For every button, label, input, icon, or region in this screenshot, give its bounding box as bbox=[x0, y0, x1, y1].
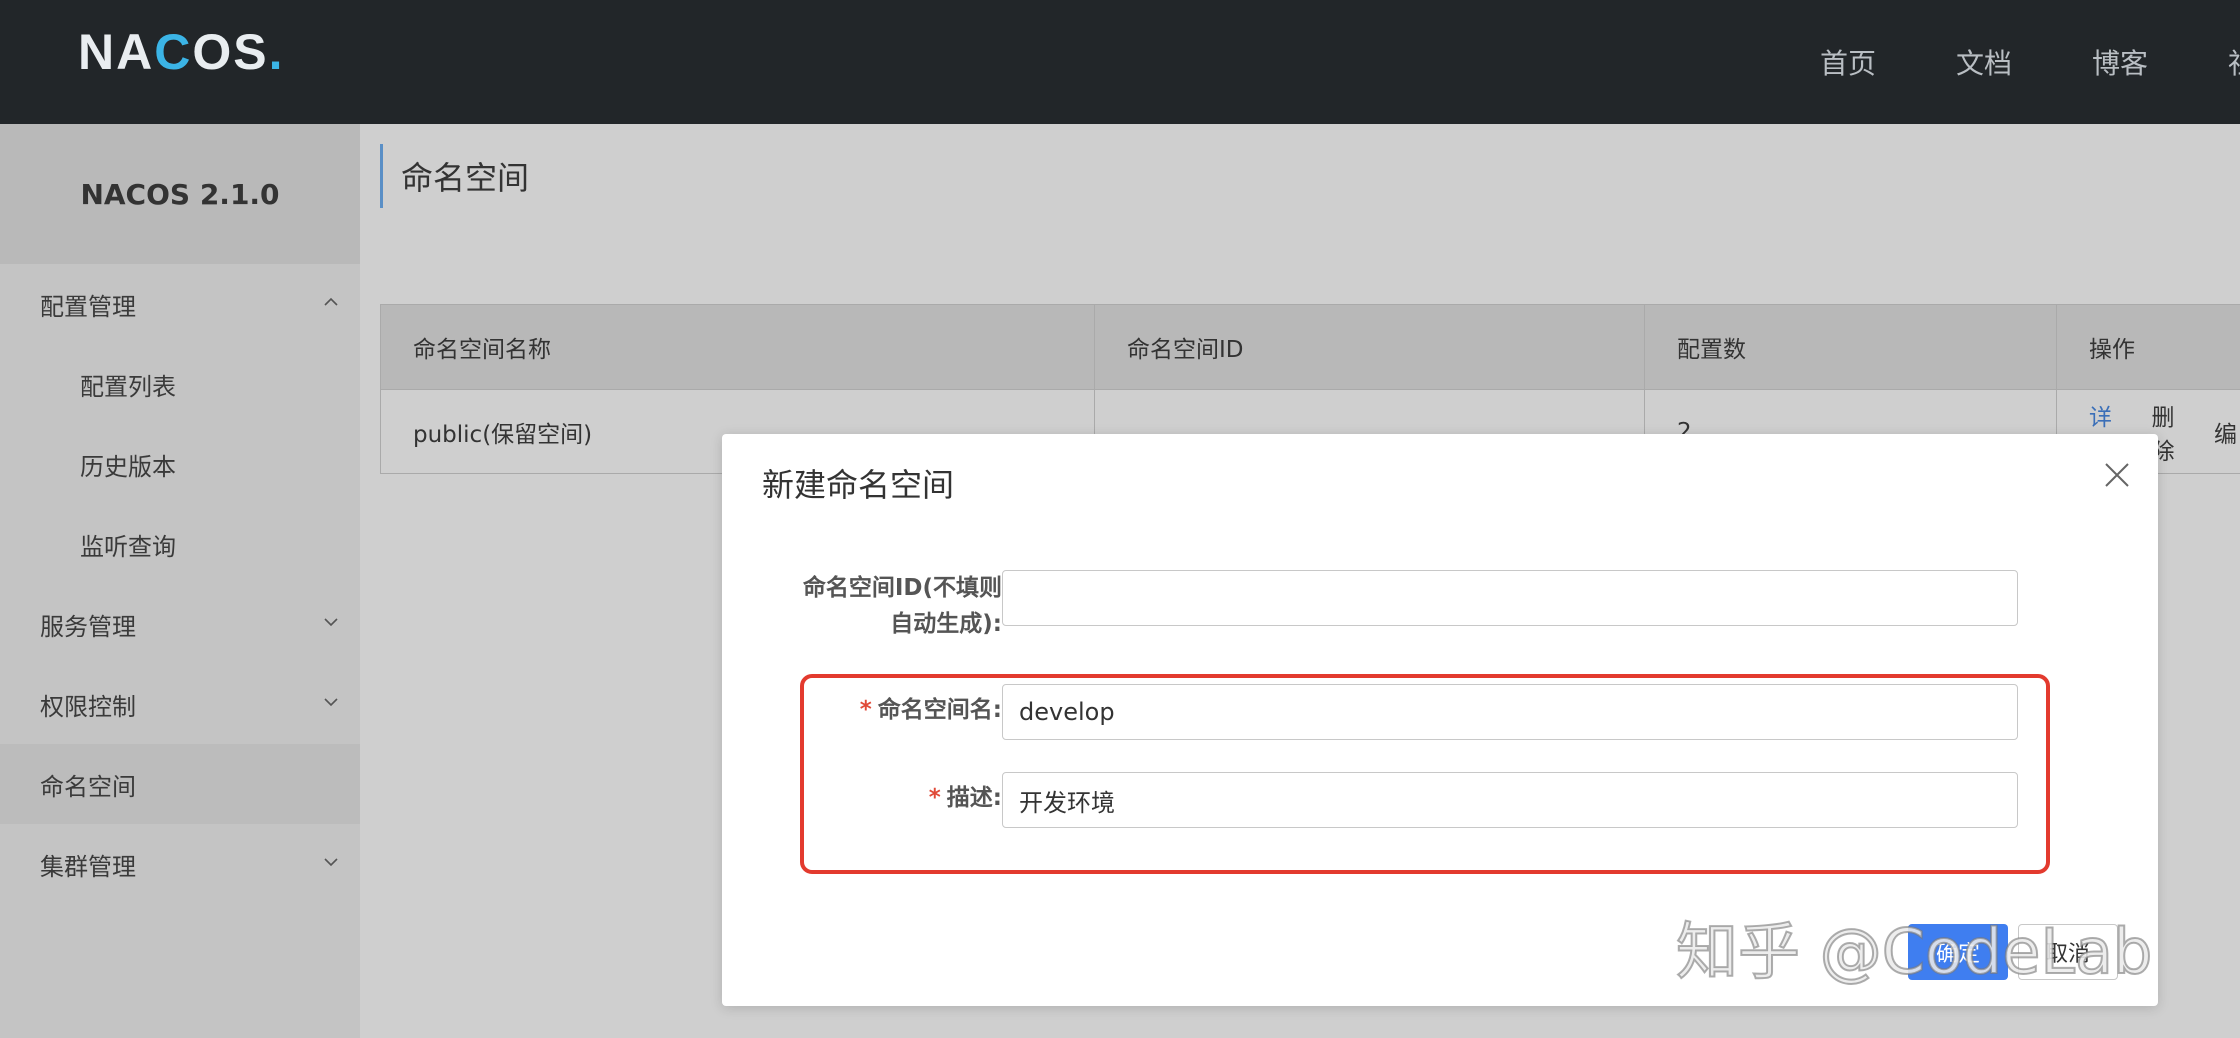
required-mark: * bbox=[928, 785, 941, 811]
column-header-ops: 操作 bbox=[2089, 337, 2135, 363]
sidebar-item-cluster-management[interactable]: 集群管理 bbox=[0, 824, 360, 904]
required-mark: * bbox=[859, 697, 872, 723]
sidebar-item-label: 命名空间 bbox=[40, 772, 136, 801]
logo-text-c: C bbox=[154, 24, 193, 80]
column-header-id: 命名空间ID bbox=[1095, 305, 1645, 389]
watermark: 知乎 @CodeLab bbox=[1675, 914, 2153, 989]
sidebar-item-access-control[interactable]: 权限控制 bbox=[0, 664, 360, 744]
namespace-id-input[interactable] bbox=[1002, 570, 2018, 626]
top-header: NACOS. 首页 文档 博客 社 bbox=[0, 0, 2240, 124]
table-header-row: 命名空间名称 命名空间ID 配置数 操作 bbox=[381, 305, 2240, 389]
sidebar-item-service-management[interactable]: 服务管理 bbox=[0, 584, 360, 664]
sidebar-item-label: 历史版本 bbox=[80, 452, 176, 481]
namespace-id-label-line1: 命名空间ID(不填则 bbox=[802, 575, 1002, 601]
sidebar-item-config-management[interactable]: 配置管理 bbox=[0, 264, 360, 344]
namespace-id-label-line2: 自动生成): bbox=[890, 611, 1002, 637]
dialog-title: 新建命名空间 bbox=[762, 466, 955, 504]
edit-link[interactable]: 编 bbox=[2214, 415, 2237, 449]
chevron-up-icon bbox=[324, 295, 338, 309]
sidebar-item-listener-query[interactable]: 监听查询 bbox=[0, 504, 360, 584]
sidebar-item-namespace[interactable]: 命名空间 bbox=[0, 744, 360, 824]
chevron-down-icon bbox=[324, 695, 338, 709]
sidebar-item-label: 配置管理 bbox=[40, 292, 136, 321]
namespace-name-label-text: 命名空间名: bbox=[877, 697, 1002, 723]
sidebar-item-label: 集群管理 bbox=[40, 852, 136, 881]
column-header-name: 命名空间名称 bbox=[381, 305, 1095, 389]
sidebar-item-label: 服务管理 bbox=[40, 612, 136, 641]
sidebar: NACOS 2.1.0 配置管理 配置列表 历史版本 监听查询 服务管理 权限控… bbox=[0, 124, 360, 1038]
nav-blog[interactable]: 博客 bbox=[2092, 42, 2148, 82]
close-icon[interactable] bbox=[2102, 460, 2132, 490]
nav-docs[interactable]: 文档 bbox=[1956, 42, 2012, 82]
version-label: NACOS 2.1.0 bbox=[0, 124, 360, 264]
nav-community[interactable]: 社 bbox=[2228, 42, 2240, 82]
sidebar-item-label: 监听查询 bbox=[80, 532, 176, 561]
namespace-name-input[interactable] bbox=[1002, 684, 2018, 740]
top-nav: 首页 文档 博客 社 bbox=[1820, 0, 2240, 124]
description-label-text: 描述: bbox=[946, 785, 1002, 811]
sidebar-item-config-list[interactable]: 配置列表 bbox=[0, 344, 360, 424]
logo-text-na: NA bbox=[78, 24, 155, 80]
sidebar-item-history[interactable]: 历史版本 bbox=[0, 424, 360, 504]
nav-home[interactable]: 首页 bbox=[1820, 42, 1876, 82]
description-label: * 描述: bbox=[752, 780, 1002, 816]
description-input[interactable] bbox=[1002, 772, 2018, 828]
namespace-id-label: 命名空间ID(不填则 自动生成): bbox=[752, 570, 1002, 642]
column-header-count: 配置数 bbox=[1645, 305, 2057, 389]
chevron-down-icon bbox=[324, 615, 338, 629]
namespace-name-label: * 命名空间名: bbox=[752, 692, 1002, 728]
page-title: 命名空间 bbox=[380, 144, 529, 208]
chevron-down-icon bbox=[324, 855, 338, 869]
sidebar-item-label: 配置列表 bbox=[80, 372, 176, 401]
logo-dot: . bbox=[268, 24, 285, 80]
logo-text-os: OS bbox=[192, 24, 269, 80]
nacos-logo[interactable]: NA C OS. bbox=[78, 24, 284, 80]
sidebar-item-label: 权限控制 bbox=[40, 692, 136, 721]
